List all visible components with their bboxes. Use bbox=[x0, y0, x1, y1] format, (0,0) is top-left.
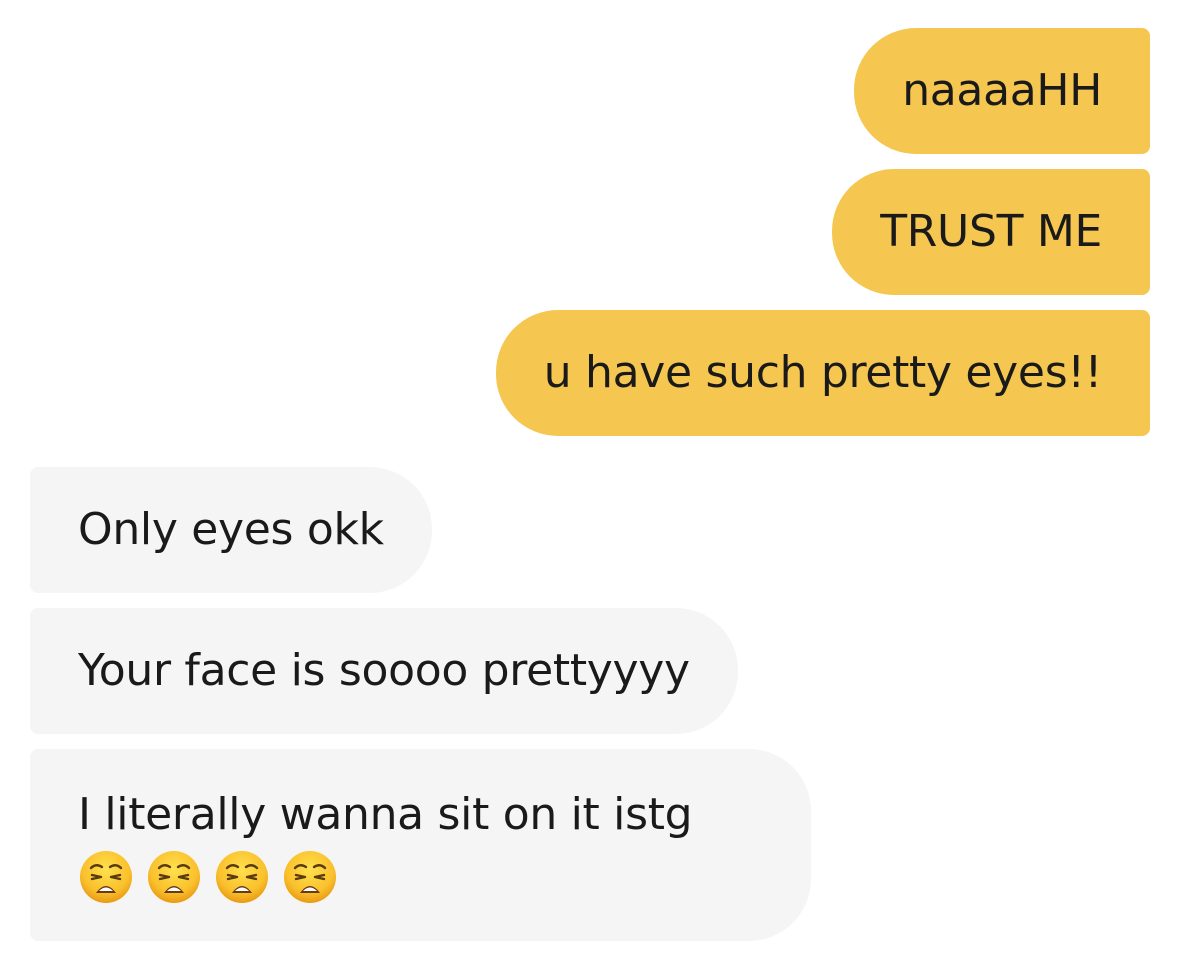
weary-face-icon bbox=[80, 851, 132, 903]
emoji-row bbox=[78, 849, 763, 905]
weary-face-icon bbox=[216, 851, 268, 903]
message-text: Your face is soooo prettyyyy bbox=[78, 645, 690, 696]
message-text: naaaaHH bbox=[902, 65, 1102, 116]
message-text: TRUST ME bbox=[880, 206, 1102, 257]
received-message[interactable]: Your face is soooo prettyyyy bbox=[30, 608, 738, 734]
received-message[interactable]: Only eyes okk bbox=[30, 467, 432, 593]
received-message[interactable]: I literally wanna sit on it istg bbox=[30, 749, 811, 941]
weary-face-icon bbox=[148, 851, 200, 903]
weary-face-icon bbox=[284, 851, 336, 903]
message-text: Only eyes okk bbox=[78, 504, 384, 555]
sent-message[interactable]: TRUST ME bbox=[832, 169, 1150, 295]
message-text: u have such pretty eyes!! bbox=[543, 347, 1103, 398]
sent-message[interactable]: naaaaHH bbox=[854, 28, 1150, 154]
sent-message[interactable]: u have such pretty eyes!! bbox=[495, 310, 1150, 436]
message-text: I literally wanna sit on it istg bbox=[78, 789, 693, 840]
